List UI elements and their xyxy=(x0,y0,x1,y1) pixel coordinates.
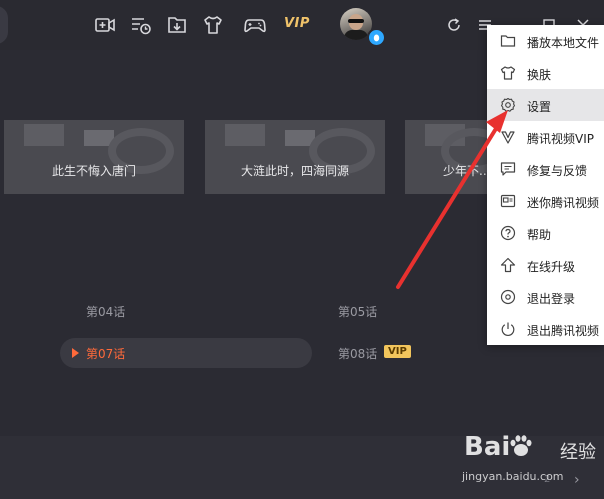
menu-item-help[interactable]: 帮助 xyxy=(487,217,604,249)
vip-link[interactable]: VIP xyxy=(284,16,310,31)
menu-item-play-local-file[interactable]: 播放本地文件 xyxy=(487,25,604,57)
play-indicator-icon xyxy=(72,348,79,358)
episode-08[interactable]: 第08话 xyxy=(338,345,377,362)
gamepad-icon[interactable] xyxy=(243,13,267,37)
thumbnail-caption: 少年不... xyxy=(443,164,487,178)
episode-04[interactable]: 第04话 xyxy=(86,303,125,320)
video-thumbnail[interactable]: 少年不... xyxy=(405,120,487,194)
episode-05[interactable]: 第05话 xyxy=(338,303,377,320)
playlist-history-icon[interactable] xyxy=(129,13,153,37)
thumbnail-caption: 此生不悔入唐门 xyxy=(51,164,136,178)
refresh-icon[interactable] xyxy=(443,14,465,36)
menu-item-mini-player[interactable]: 迷你腾讯视频 xyxy=(487,185,604,217)
watermark-jingyan: 经验 xyxy=(560,442,596,463)
episode-07[interactable]: 第07话 xyxy=(86,345,125,362)
tshirt-skin-icon[interactable] xyxy=(201,13,225,37)
video-thumbnail[interactable]: 此生不悔入唐门 xyxy=(4,120,184,194)
qq-penguin-icon xyxy=(367,28,386,47)
upgrade-icon xyxy=(500,257,516,273)
feedback-icon xyxy=(500,161,516,177)
power-icon xyxy=(500,321,516,337)
vip-v-icon xyxy=(500,129,516,145)
baidu-jingyan-watermark: Bai 经验 jingyan.baidu.com xyxy=(462,430,602,498)
folder-icon xyxy=(500,33,516,49)
help-icon xyxy=(500,225,516,241)
paw-icon xyxy=(510,435,532,456)
thumbnail-caption: 大涟此时，四海同源 xyxy=(240,164,349,178)
mini-window-icon xyxy=(500,193,516,209)
menu-item-settings[interactable]: 设置 xyxy=(487,89,604,121)
menu-item-feedback[interactable]: 修复与反馈 xyxy=(487,153,604,185)
left-edge-button[interactable] xyxy=(0,6,8,44)
tshirt-icon xyxy=(500,65,516,81)
main-dropdown-menu: 播放本地文件 换肤 设置 腾讯视频VIP 修复与反馈 迷你腾讯视频 帮助 在线升… xyxy=(487,25,604,345)
menu-item-upgrade[interactable]: 在线升级 xyxy=(487,249,604,281)
menu-item-logout[interactable]: 退出登录 xyxy=(487,281,604,313)
logout-icon xyxy=(500,289,516,305)
watermark-url: jingyan.baidu.com xyxy=(462,470,564,483)
vip-badge: VIP xyxy=(384,345,411,358)
download-icon[interactable] xyxy=(165,13,189,37)
video-camera-icon[interactable] xyxy=(93,13,117,37)
menu-item-vip[interactable]: 腾讯视频VIP xyxy=(487,121,604,153)
watermark-logo: Bai xyxy=(464,432,511,462)
menu-item-exit[interactable]: 退出腾讯视频 xyxy=(487,313,604,345)
video-thumbnail[interactable]: 大涟此时，四海同源 xyxy=(205,120,385,194)
menu-item-skin[interactable]: 换肤 xyxy=(487,57,604,89)
gear-icon xyxy=(500,97,516,113)
